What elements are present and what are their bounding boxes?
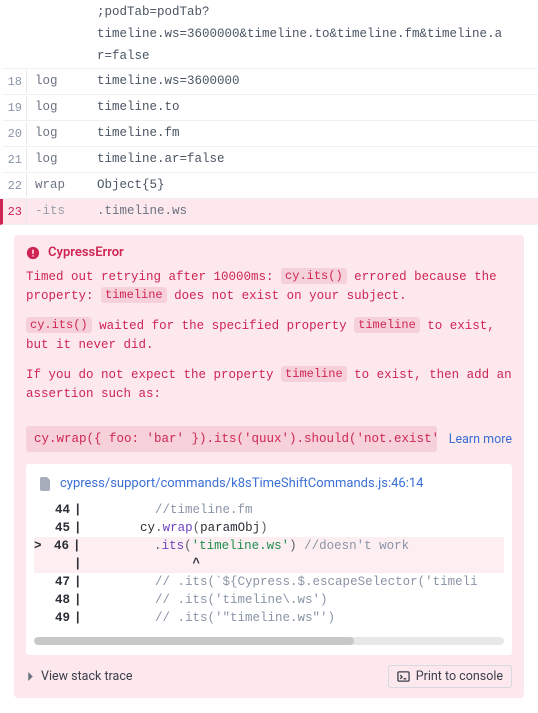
command-log-name: log — [27, 70, 91, 92]
code-frame-source: 44| //timeline.fm 45| cy.wrap(paramObj) … — [34, 501, 504, 627]
command-log-row[interactable]: 21logtimeline.ar=false — [3, 147, 538, 173]
code-pill: timeline — [101, 287, 167, 303]
error-header: CypressError — [14, 235, 524, 268]
code-pill: cy.its() — [281, 268, 347, 284]
scrollbar-thumb[interactable] — [34, 637, 354, 645]
chevron-right-icon — [26, 672, 35, 681]
command-log-message: Object{5} — [91, 174, 538, 196]
command-log-row[interactable]: 18logtimeline.ws=3600000 — [3, 69, 538, 95]
command-log-row[interactable]: 22wrapObject{5} — [3, 173, 538, 199]
horizontal-scrollbar[interactable] — [34, 637, 504, 645]
error-panel: CypressError Timed out retrying after 10… — [14, 235, 524, 698]
command-log-message: timeline.to — [91, 96, 538, 118]
error-icon — [26, 246, 40, 260]
command-log-index: 22 — [3, 174, 27, 197]
error-paragraph: Timed out retrying after 10000ms: cy.its… — [26, 268, 512, 307]
command-log-row[interactable]: 00 cmd ;podTab=podTab? timeline.ws=36000… — [3, 0, 538, 69]
error-paragraph: If you do not expect the property timeli… — [26, 366, 512, 405]
command-log-message: timeline.ws=3600000 — [91, 70, 538, 92]
command-log-name: -its — [27, 200, 91, 222]
file-icon — [40, 477, 52, 491]
command-log-name: log — [27, 148, 91, 170]
error-footer: View stack trace Print to console — [14, 655, 524, 688]
console-icon — [397, 670, 410, 683]
command-log-index: 18 — [3, 70, 27, 93]
error-example-code: cy.wrap({ foo: 'bar' }).its('quux').shou… — [26, 426, 437, 452]
command-log-message: ;podTab=podTab? timeline.ws=3600000&time… — [91, 1, 538, 67]
command-log-index: 20 — [3, 122, 27, 145]
command-log: 00 cmd ;podTab=podTab? timeline.ws=36000… — [0, 0, 538, 69]
code-pill: timeline — [281, 366, 347, 382]
command-log-index: 19 — [3, 96, 27, 119]
command-log-name: wrap — [27, 174, 91, 196]
print-to-console-button[interactable]: Print to console — [388, 665, 512, 688]
error-paragraph: cy.its() waited for the specified proper… — [26, 317, 512, 356]
code-frame: cypress/support/commands/k8sTimeShiftCom… — [26, 464, 512, 655]
code-pill: cy.its() — [26, 317, 92, 333]
command-log-list: 18logtimeline.ws=360000019logtimeline.to… — [0, 69, 538, 225]
command-log-message: timeline.fm — [91, 122, 538, 144]
command-log-message: timeline.ar=false — [91, 148, 538, 170]
code-pill: timeline — [354, 317, 420, 333]
command-log-index: 23 — [3, 200, 27, 223]
command-log-row[interactable]: 20logtimeline.fm — [3, 121, 538, 147]
command-log-name: log — [27, 96, 91, 118]
learn-more-link[interactable]: Learn more — [449, 432, 512, 447]
command-log-row[interactable]: 23-its.timeline.ws — [0, 199, 538, 225]
command-log-index: 21 — [3, 148, 27, 171]
error-title: CypressError — [48, 245, 124, 260]
error-body: Timed out retrying after 10000ms: cy.its… — [14, 268, 524, 426]
command-log-message: .timeline.ws — [91, 200, 538, 222]
command-log-name: log — [27, 122, 91, 144]
command-log-row[interactable]: 19logtimeline.to — [3, 95, 538, 121]
error-example-row: cy.wrap({ foo: 'bar' }).its('quux').shou… — [26, 426, 512, 452]
code-frame-file[interactable]: cypress/support/commands/k8sTimeShiftCom… — [34, 474, 504, 501]
view-stack-trace-toggle[interactable]: View stack trace — [26, 669, 133, 684]
